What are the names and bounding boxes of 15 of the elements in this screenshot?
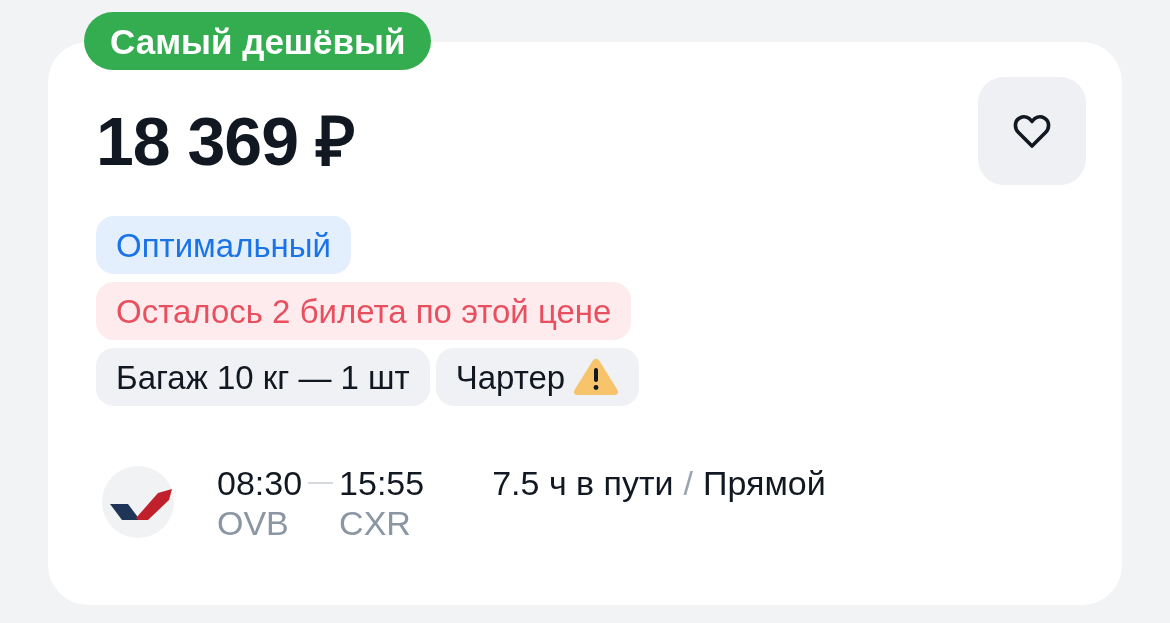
arrival-airport: CXR — [339, 506, 412, 540]
availability-tag: Осталось 2 билета по этой цене — [96, 282, 632, 340]
price: 18 369 ₽ — [96, 107, 355, 175]
logo-icon — [102, 466, 174, 538]
departure-time: 08:30 — [217, 466, 303, 500]
fare-tag: Оптимальный — [96, 216, 351, 274]
tag-text: Чартер — [455, 360, 566, 394]
arrival-time: 15:55 — [339, 466, 425, 500]
info-tag: Багаж 10 кг — 1 шт — [96, 348, 430, 406]
favorite-button[interactable] — [978, 77, 1086, 185]
stops-label: Прямой — [703, 466, 826, 500]
cheapest-badge: Самый дешёвый — [84, 12, 432, 70]
flight-duration: 7.5 ч в пути — [492, 466, 674, 500]
departure-airport: OVB — [217, 506, 290, 540]
separator: / — [683, 466, 693, 500]
